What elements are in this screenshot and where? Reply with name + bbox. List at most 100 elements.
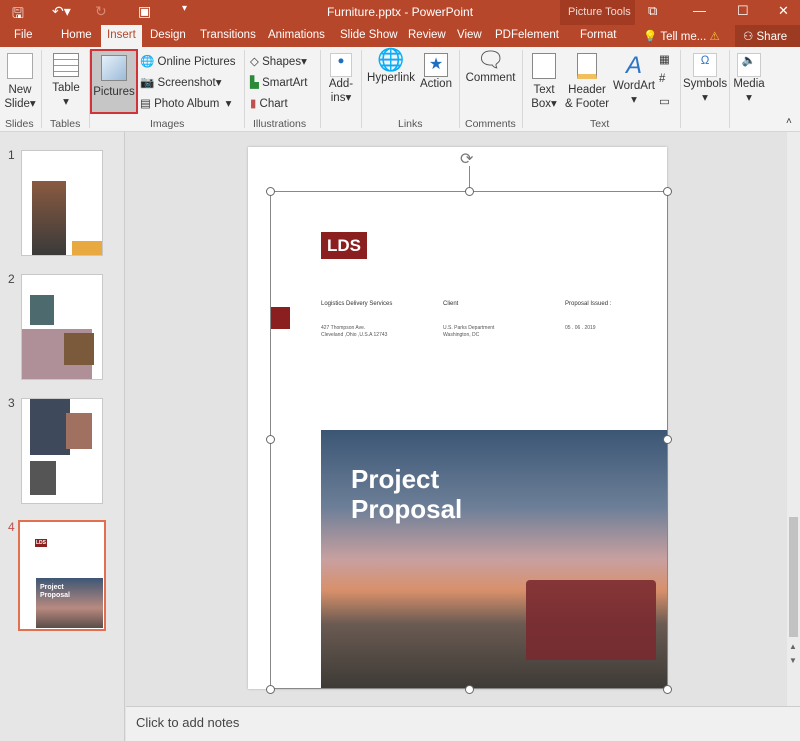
tab-format[interactable]: Format — [580, 29, 616, 41]
resize-handle[interactable] — [663, 435, 672, 444]
tell-me-search[interactable]: 💡 Tell me... ⚠ — [643, 29, 720, 43]
notes-placeholder: Click to add notes — [136, 715, 240, 730]
collapse-ribbon-icon[interactable]: ˄ — [786, 116, 792, 127]
resize-handle[interactable] — [663, 685, 672, 694]
chart-label: Chart — [259, 98, 288, 110]
symbols-label: Symbols — [683, 78, 728, 90]
tab-design[interactable]: Design — [150, 29, 186, 41]
tab-review[interactable]: Review — [408, 29, 446, 41]
resize-handle[interactable] — [266, 435, 275, 444]
symbols-button[interactable]: Ω Symbols ▾ — [683, 53, 727, 105]
tab-home[interactable]: Home — [61, 29, 92, 41]
comment-button[interactable]: 🗨 Comment — [463, 49, 518, 85]
text-box-button[interactable]: Text Box▾ — [527, 53, 561, 111]
photo-album-button[interactable]: ▤ Photo Album ▾ — [140, 96, 231, 110]
close-button[interactable]: ✕ — [778, 3, 789, 19]
slide-number: 1 — [8, 148, 15, 162]
media-label: Media — [733, 78, 765, 90]
online-pictures-button[interactable]: 🌐 Online Pictures — [140, 54, 236, 68]
media-button[interactable]: 🔈 Media ▾ — [732, 53, 766, 105]
group-tables: Tables — [50, 118, 81, 130]
vertical-scrollbar[interactable]: ▲ ▼ — [787, 132, 800, 706]
date-time-icon[interactable]: ▦ — [659, 52, 670, 66]
wordart-label: WordArt — [613, 80, 655, 92]
screenshot-button[interactable]: 📷 Screenshot▾ — [140, 75, 222, 89]
slide-thumbnail-4[interactable]: LDS Project Proposal — [18, 520, 106, 631]
text-box-icon — [532, 53, 556, 79]
omega-icon: Ω — [693, 53, 717, 77]
slide-number: 3 — [8, 396, 15, 410]
resize-handle[interactable] — [465, 685, 474, 694]
table-button[interactable]: Table ▾ — [47, 53, 85, 109]
tab-insert[interactable]: Insert — [101, 25, 142, 47]
thumb-logo: LDS — [35, 539, 47, 547]
table-label: Table — [52, 82, 80, 94]
online-pictures-label: Online Pictures — [157, 56, 236, 68]
slide-thumbnail-1[interactable] — [21, 150, 103, 256]
group-comments: Comments — [465, 118, 516, 130]
wordart-button[interactable]: A WordArt ▾ — [612, 53, 656, 107]
selection-frame — [270, 191, 668, 689]
slide-thumbnail-2[interactable] — [21, 274, 103, 380]
chart-button[interactable]: ▮ Chart — [250, 96, 288, 110]
screenshot-icon: 📷 — [140, 77, 155, 89]
tab-slide-show[interactable]: Slide Show — [340, 29, 398, 41]
new-slide-icon — [7, 53, 33, 79]
person-icon: ⚇ — [743, 31, 754, 43]
new-slide-button[interactable]: New Slide▾ — [3, 53, 37, 111]
tab-view[interactable]: View — [457, 29, 482, 41]
thumb-title: Project Proposal — [40, 584, 70, 599]
resize-handle[interactable] — [266, 187, 275, 196]
pictures-icon — [101, 55, 127, 81]
tab-pdfelement[interactable]: PDFelement — [495, 29, 559, 41]
tab-animations[interactable]: Animations — [268, 29, 325, 41]
group-images: Images — [150, 118, 185, 130]
window-title: Furniture.pptx - PowerPoint — [326, 5, 474, 19]
smartart-button[interactable]: ▙ SmartArt — [250, 75, 307, 89]
scroll-down-icon[interactable]: ▼ — [789, 656, 797, 665]
header-footer-button[interactable]: Header & Footer — [563, 53, 611, 111]
resize-handle[interactable] — [663, 187, 672, 196]
minimize-button[interactable]: — — [693, 3, 706, 18]
shapes-button[interactable]: ◇ Shapes▾ — [250, 54, 307, 68]
text-box-label: Text Box — [531, 84, 555, 110]
pictures-button[interactable]: Pictures — [90, 49, 138, 114]
hyperlink-label: Hyperlink — [367, 72, 415, 84]
chart-icon: ▮ — [250, 98, 257, 110]
add-ins-label: Add-ins — [328, 78, 354, 104]
slide-number: 2 — [8, 272, 15, 286]
resize-handle[interactable] — [465, 187, 474, 196]
share-label: Share — [756, 31, 788, 43]
scroll-up-icon[interactable]: ▲ — [789, 642, 797, 651]
smartart-label: SmartArt — [262, 77, 308, 89]
tab-file[interactable]: File — [14, 29, 33, 41]
notes-pane[interactable]: Click to add notes — [126, 706, 800, 741]
action-button[interactable]: ★ Action — [418, 53, 454, 91]
ribbon-display-icon[interactable]: ⧉ — [648, 3, 657, 19]
group-links: Links — [398, 118, 423, 130]
hyperlink-button[interactable]: 🌐 Hyperlink — [365, 49, 417, 85]
add-ins-button[interactable]: ● Add-ins▾ — [325, 53, 357, 105]
slide-number-selected: 4 — [8, 520, 15, 534]
wordart-icon: A — [625, 52, 642, 79]
globe-link-icon: 🌐 — [377, 47, 405, 72]
group-slides: Slides — [5, 118, 34, 130]
rotate-handle-icon[interactable]: ⟳ — [460, 149, 473, 169]
table-icon — [53, 53, 79, 77]
photo-album-icon: ▤ — [140, 98, 151, 110]
scroll-thumb[interactable] — [789, 517, 798, 637]
comment-icon: 🗨 — [476, 47, 505, 72]
slide-thumbnail-3[interactable] — [21, 398, 103, 504]
object-icon[interactable]: ▭ — [659, 94, 670, 108]
star-action-icon: ★ — [424, 53, 448, 77]
maximize-button[interactable]: ☐ — [737, 3, 749, 19]
online-pictures-icon: 🌐 — [140, 56, 155, 68]
header-footer-label: Header & Footer — [564, 84, 610, 110]
tab-transitions[interactable]: Transitions — [200, 29, 256, 41]
share-button[interactable]: ⚇ Share — [735, 25, 800, 47]
comment-label: Comment — [465, 72, 516, 84]
smartart-icon: ▙ — [250, 77, 259, 89]
add-ins-icon: ● — [330, 53, 352, 77]
resize-handle[interactable] — [266, 685, 275, 694]
slide-number-icon[interactable]: # — [659, 73, 665, 85]
